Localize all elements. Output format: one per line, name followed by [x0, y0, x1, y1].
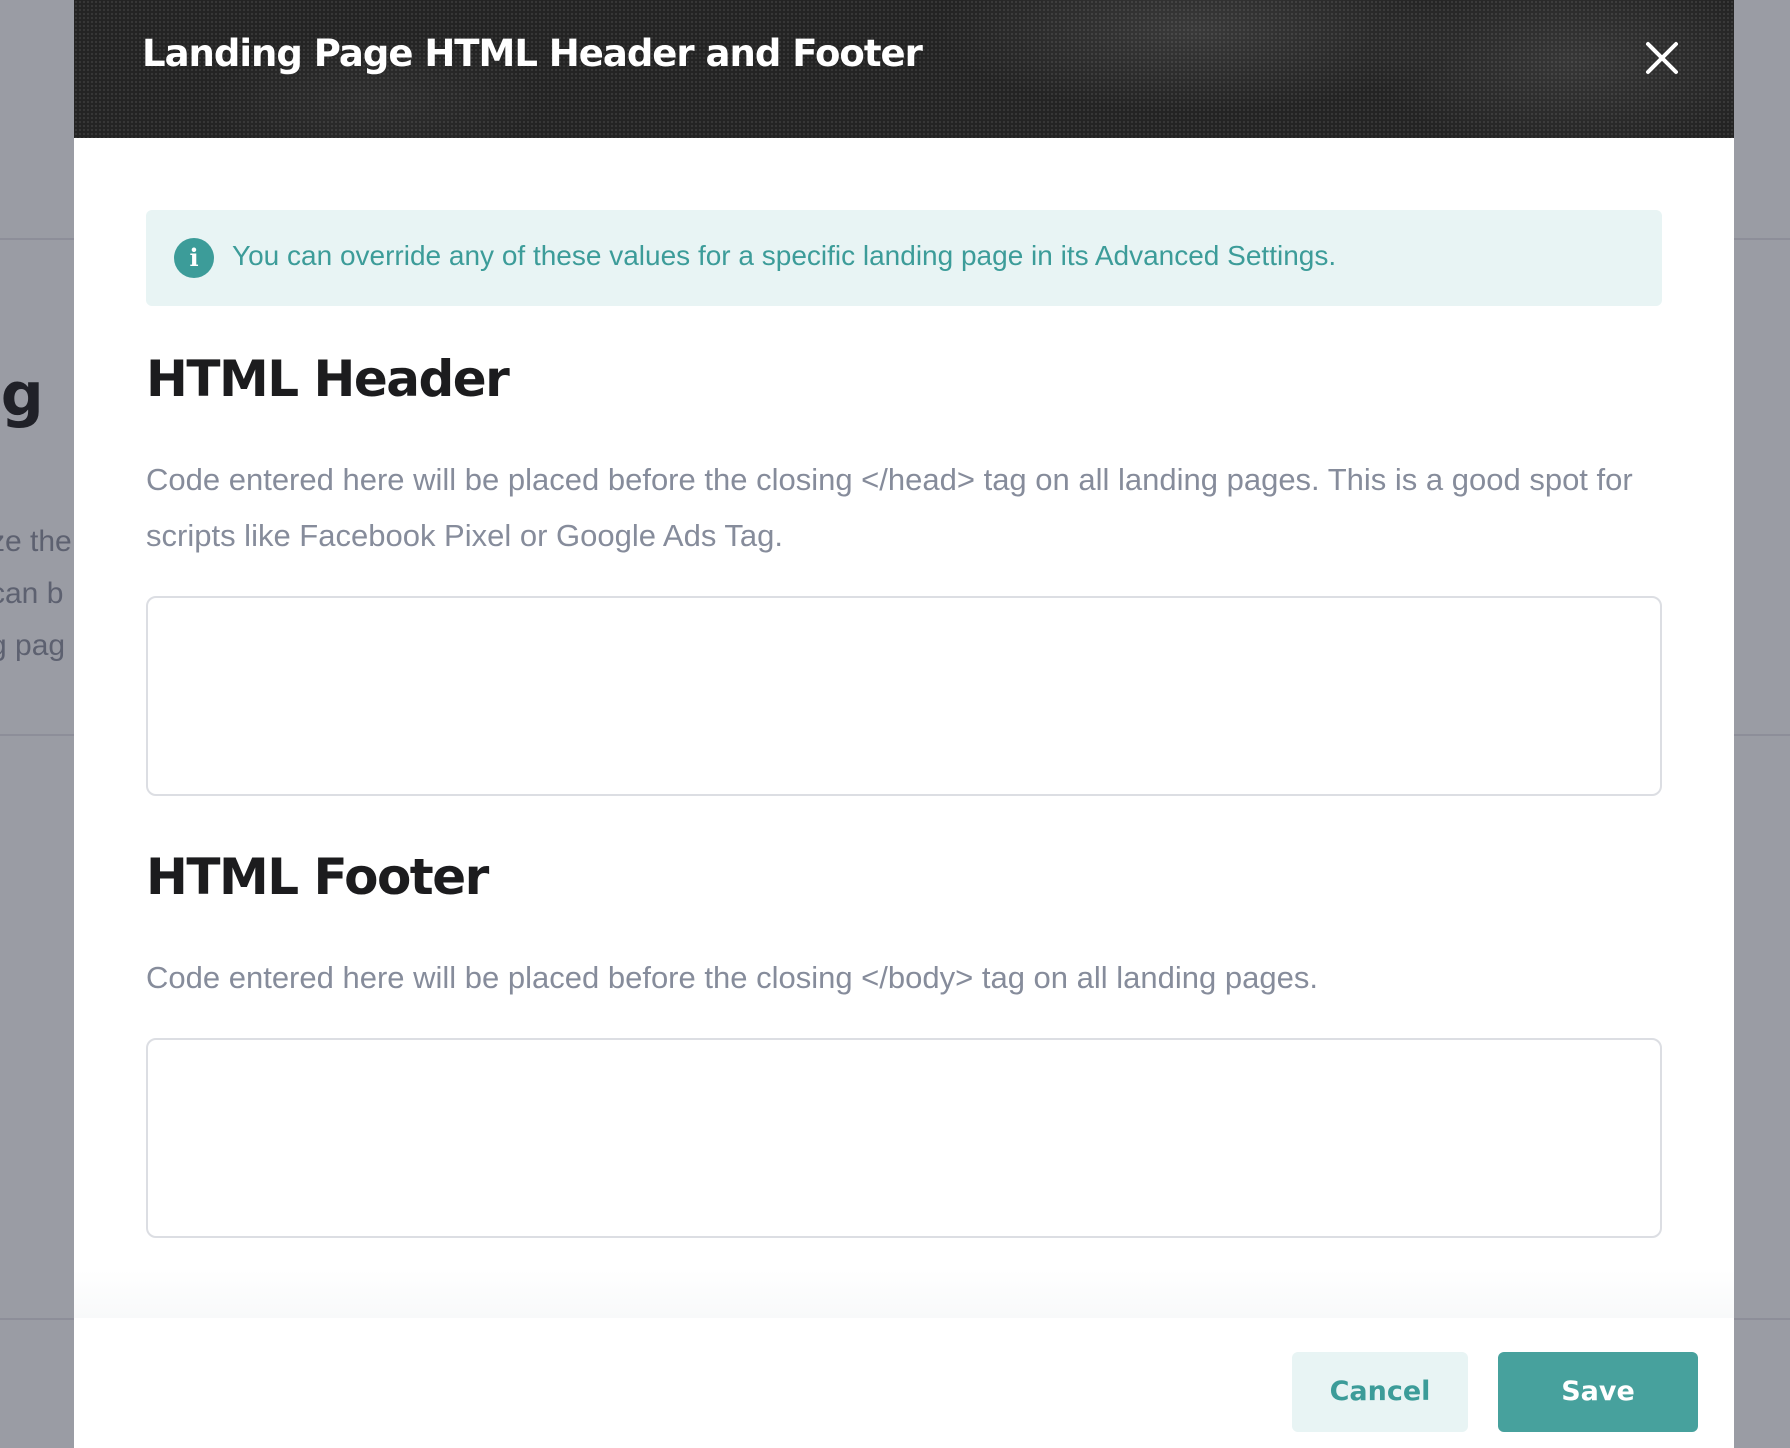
info-icon: i	[174, 238, 214, 278]
html-footer-description: Code entered here will be placed before …	[146, 960, 1318, 995]
modal-dialog: Landing Page HTML Header and Footer i Yo…	[74, 0, 1734, 1448]
save-button[interactable]: Save	[1498, 1352, 1698, 1432]
cancel-button[interactable]: Cancel	[1292, 1352, 1468, 1432]
scroll-fade	[74, 1270, 1734, 1318]
info-text: You can override any of these values for…	[232, 240, 1337, 271]
html-header-title: HTML Header	[146, 350, 510, 408]
close-button[interactable]	[1640, 36, 1684, 80]
modal-title: Landing Page HTML Header and Footer	[142, 32, 923, 75]
close-icon	[1646, 42, 1678, 74]
html-header-description: Code entered here will be placed before …	[146, 462, 1633, 553]
html-footer-input[interactable]	[146, 1038, 1662, 1238]
html-footer-title: HTML Footer	[146, 848, 489, 906]
modal-header: Landing Page HTML Header and Footer	[74, 0, 1734, 138]
html-header-input[interactable]	[146, 596, 1662, 796]
modal-footer: Cancel Save	[74, 1318, 1734, 1448]
